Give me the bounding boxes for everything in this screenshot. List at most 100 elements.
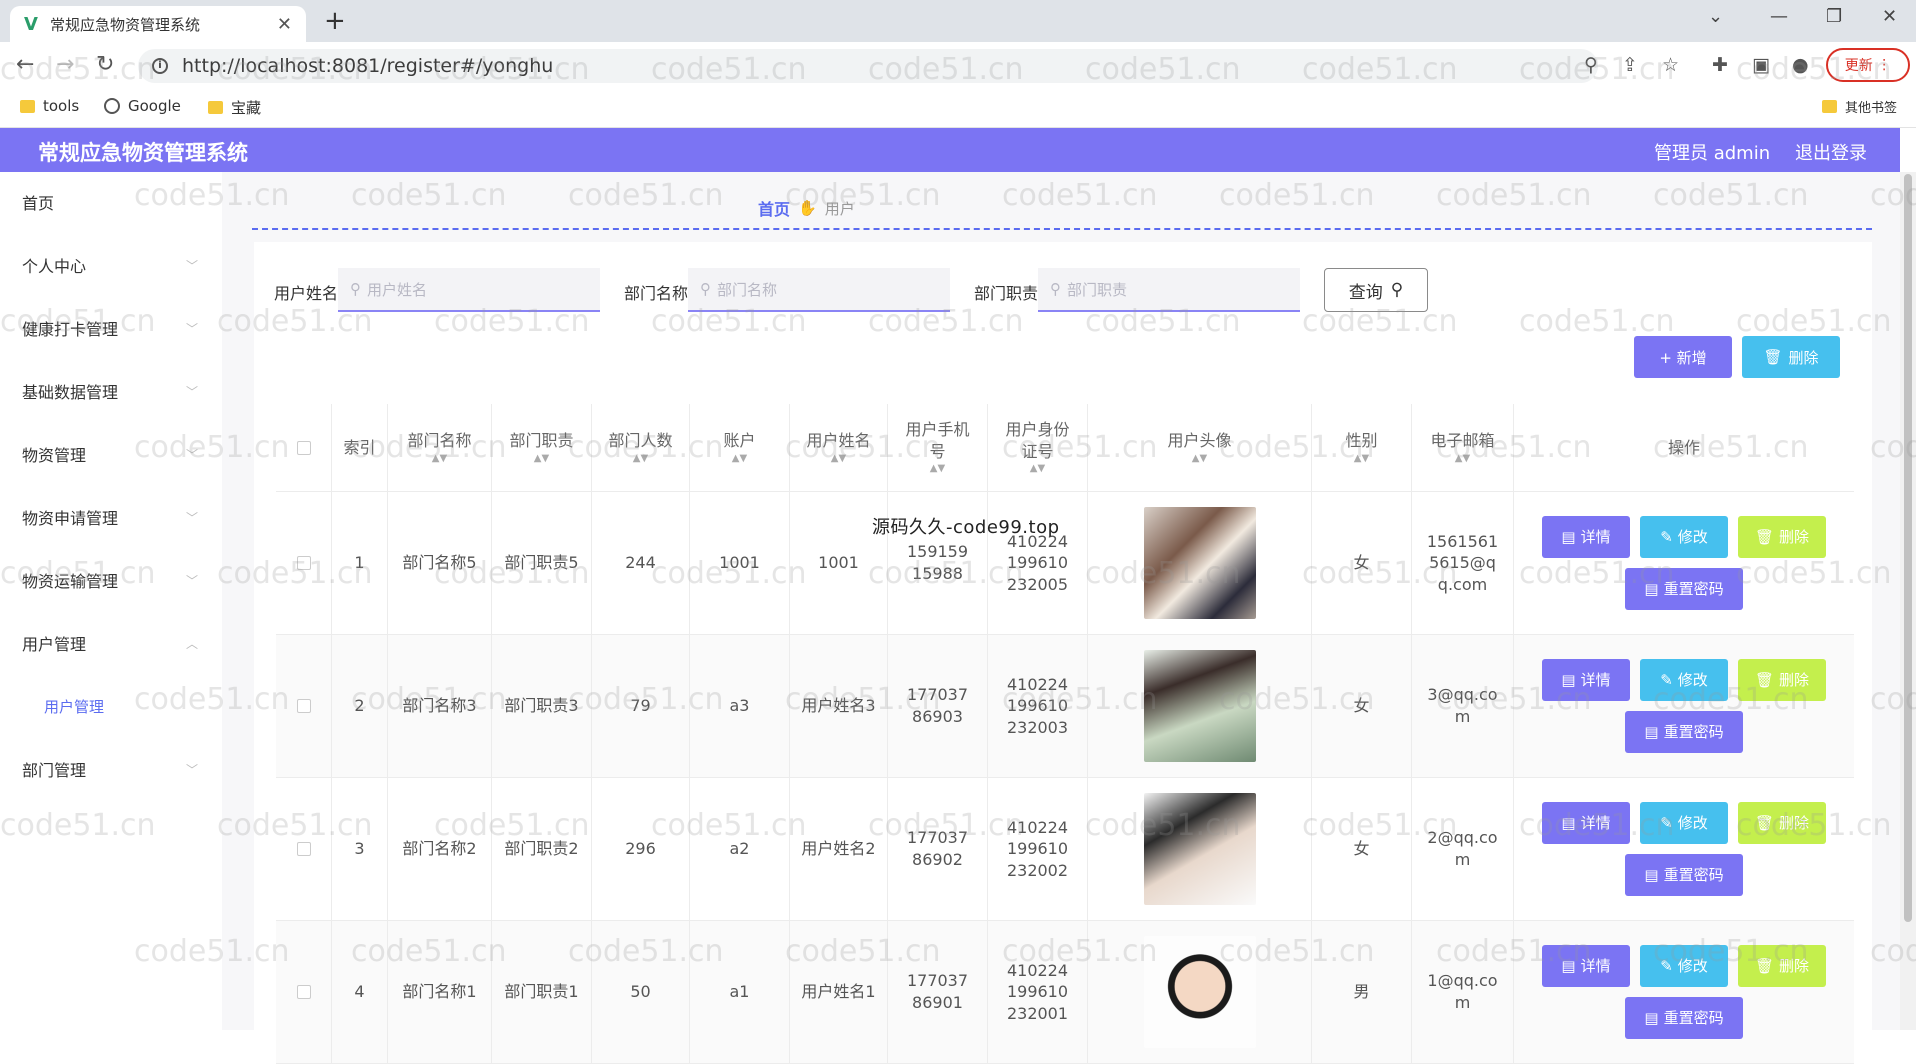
- close-tab-icon[interactable]: ✕: [277, 14, 292, 35]
- bookmark-treasure[interactable]: 宝藏: [208, 97, 261, 118]
- sort-icon[interactable]: ▲▼: [1192, 452, 1207, 466]
- logout-link[interactable]: 退出登录: [1795, 139, 1867, 165]
- sort-icon[interactable]: ▲▼: [831, 452, 846, 466]
- sort-icon[interactable]: ▲▼: [1354, 452, 1369, 466]
- zoom-icon[interactable]: ⚲: [1584, 54, 1598, 76]
- col-dept-duty[interactable]: 部门职责 ▲▼: [492, 404, 592, 491]
- user-avatar-image[interactable]: [1143, 936, 1256, 1048]
- restore-icon[interactable]: ❐: [1826, 6, 1842, 27]
- bookmark-google[interactable]: Google: [104, 97, 181, 115]
- back-icon[interactable]: ←: [16, 52, 34, 77]
- sidebar-item-material-transport[interactable]: 物资运输管理 ﹀: [0, 550, 222, 610]
- detail-button[interactable]: ▤ 详情: [1542, 659, 1630, 701]
- query-button[interactable]: 查询 ⚲: [1324, 268, 1428, 312]
- delete-button[interactable]: 🗑 删除: [1738, 659, 1826, 701]
- col-phone[interactable]: 用户手机号 ▲▼: [888, 404, 988, 491]
- delete-button[interactable]: 🗑 删除: [1738, 516, 1826, 558]
- sidebar-item-personal-center[interactable]: 个人中心 ﹀: [0, 235, 222, 295]
- row-checkbox[interactable]: [296, 985, 311, 999]
- reset-password-button[interactable]: ▤ 重置密码: [1625, 997, 1743, 1039]
- forward-icon[interactable]: →: [56, 52, 74, 77]
- sort-icon[interactable]: ▲▼: [732, 452, 747, 466]
- cell-account: a1: [690, 921, 790, 1063]
- sort-icon[interactable]: ▲▼: [432, 452, 447, 466]
- tab-search-chevron-icon[interactable]: ⌄: [1708, 6, 1723, 27]
- edit-button[interactable]: ✎ 修改: [1640, 802, 1728, 844]
- row-checkbox[interactable]: [296, 842, 311, 856]
- browser-tab-strip: V 常规应急物资管理系统 ✕ + ⌄ — ❐ ✕: [0, 0, 1916, 42]
- detail-button[interactable]: ▤ 详情: [1542, 802, 1630, 844]
- url-field[interactable]: i http://localhost:8081/register#/yonghu: [138, 49, 1598, 83]
- table-header: 索引 部门名称 ▲▼ 部门职责 ▲▼ 部门人数 ▲▼ 账户 ▲▼ 用户姓名 ▲▼…: [276, 404, 1854, 492]
- col-gender[interactable]: 性别 ▲▼: [1312, 404, 1412, 491]
- add-button[interactable]: + 新增: [1634, 336, 1732, 378]
- user-avatar-image[interactable]: [1143, 650, 1256, 762]
- col-dept-name[interactable]: 部门名称 ▲▼: [388, 404, 492, 491]
- reset-password-button[interactable]: ▤ 重置密码: [1625, 854, 1743, 896]
- sidepanel-icon[interactable]: ▣: [1752, 54, 1770, 76]
- chevron-down-icon: ﹀: [186, 258, 199, 273]
- sidebar-item-home[interactable]: 首页: [0, 172, 222, 232]
- star-icon[interactable]: ☆: [1662, 54, 1679, 76]
- col-email[interactable]: 电子邮箱 ▲▼: [1412, 404, 1514, 491]
- delete-label: 删除: [1779, 670, 1810, 689]
- detail-button[interactable]: ▤ 详情: [1542, 516, 1630, 558]
- col-account[interactable]: 账户 ▲▼: [690, 404, 790, 491]
- col-dept-count[interactable]: 部门人数 ▲▼: [592, 404, 690, 491]
- reset-password-button[interactable]: ▤ 重置密码: [1625, 568, 1743, 610]
- user-avatar-image[interactable]: [1143, 793, 1256, 905]
- cell-account-text: a3: [729, 696, 750, 716]
- op-button-row: ▤ 详情 ✎ 修改 🗑 删除: [1542, 802, 1826, 844]
- bookmark-tools[interactable]: tools: [20, 97, 79, 115]
- sidebar-item-basic-data[interactable]: 基础数据管理 ﹀: [0, 361, 222, 421]
- row-checkbox[interactable]: [296, 556, 311, 570]
- bookmark-other[interactable]: 其他书签: [1822, 97, 1897, 116]
- dept-search-placeholder: 部门名称: [717, 280, 778, 299]
- duty-search-input[interactable]: ⚲ 部门职责: [1038, 268, 1300, 312]
- page-scrollbar[interactable]: [1900, 172, 1916, 1030]
- delete-button[interactable]: 🗑 删除: [1738, 945, 1826, 987]
- breadcrumb-home[interactable]: 首页: [758, 196, 790, 220]
- share-icon[interactable]: ⇪: [1622, 54, 1638, 76]
- reset-password-button[interactable]: ▤ 重置密码: [1625, 711, 1743, 753]
- sidebar-item-departments[interactable]: 部门管理 ﹀: [0, 739, 222, 799]
- cell-avatar: [1088, 635, 1312, 777]
- scrollbar-thumb[interactable]: [1904, 174, 1912, 922]
- name-search-input[interactable]: ⚲ 用户姓名: [338, 268, 600, 312]
- detail-button[interactable]: ▤ 详情: [1542, 945, 1630, 987]
- chevron-down-icon: ﹀: [186, 447, 199, 462]
- sort-icon[interactable]: ▲▼: [534, 452, 549, 466]
- col-avatar[interactable]: 用户头像 ▲▼: [1088, 404, 1312, 491]
- edit-button[interactable]: ✎ 修改: [1640, 659, 1728, 701]
- sidebar-item-user-management[interactable]: 用户管理 ︿: [0, 613, 222, 673]
- extensions-icon[interactable]: ✚: [1712, 54, 1728, 76]
- app-header: 常规应急物资管理系统 管理员 admin 退出登录: [0, 128, 1900, 172]
- col-user-name[interactable]: 用户姓名 ▲▼: [790, 404, 888, 491]
- search-icon: ⚲: [350, 280, 361, 298]
- select-all-checkbox[interactable]: [296, 440, 311, 455]
- site-info-icon[interactable]: i: [152, 58, 168, 74]
- sidebar-subitem-users[interactable]: 用户管理: [0, 676, 222, 736]
- minimize-icon[interactable]: —: [1770, 6, 1788, 27]
- sort-icon[interactable]: ▲▼: [1030, 462, 1045, 476]
- sidebar-item-health-checkin[interactable]: 健康打卡管理 ﹀: [0, 298, 222, 358]
- browser-tab[interactable]: V 常规应急物资管理系统 ✕: [10, 6, 306, 42]
- user-avatar-image[interactable]: [1143, 507, 1256, 619]
- sort-icon[interactable]: ▲▼: [633, 452, 648, 466]
- col-idcard[interactable]: 用户身份证号 ▲▼: [988, 404, 1088, 491]
- sort-icon[interactable]: ▲▼: [1455, 452, 1470, 466]
- update-button[interactable]: 更新 ⋮: [1826, 48, 1910, 82]
- dept-search-input[interactable]: ⚲ 部门名称: [688, 268, 950, 312]
- sort-icon[interactable]: ▲▼: [930, 462, 945, 476]
- new-tab-icon[interactable]: +: [324, 6, 346, 36]
- edit-button[interactable]: ✎ 修改: [1640, 945, 1728, 987]
- profile-icon[interactable]: ●: [1792, 54, 1809, 76]
- batch-delete-button[interactable]: 🗑 删除: [1742, 336, 1840, 378]
- edit-button[interactable]: ✎ 修改: [1640, 516, 1728, 558]
- delete-button[interactable]: 🗑 删除: [1738, 802, 1826, 844]
- sidebar-item-materials[interactable]: 物资管理 ﹀: [0, 424, 222, 484]
- close-window-icon[interactable]: ✕: [1882, 6, 1897, 27]
- sidebar-item-material-requests[interactable]: 物资申请管理 ﹀: [0, 487, 222, 547]
- reload-icon[interactable]: ↻: [96, 52, 114, 77]
- row-checkbox[interactable]: [296, 699, 311, 713]
